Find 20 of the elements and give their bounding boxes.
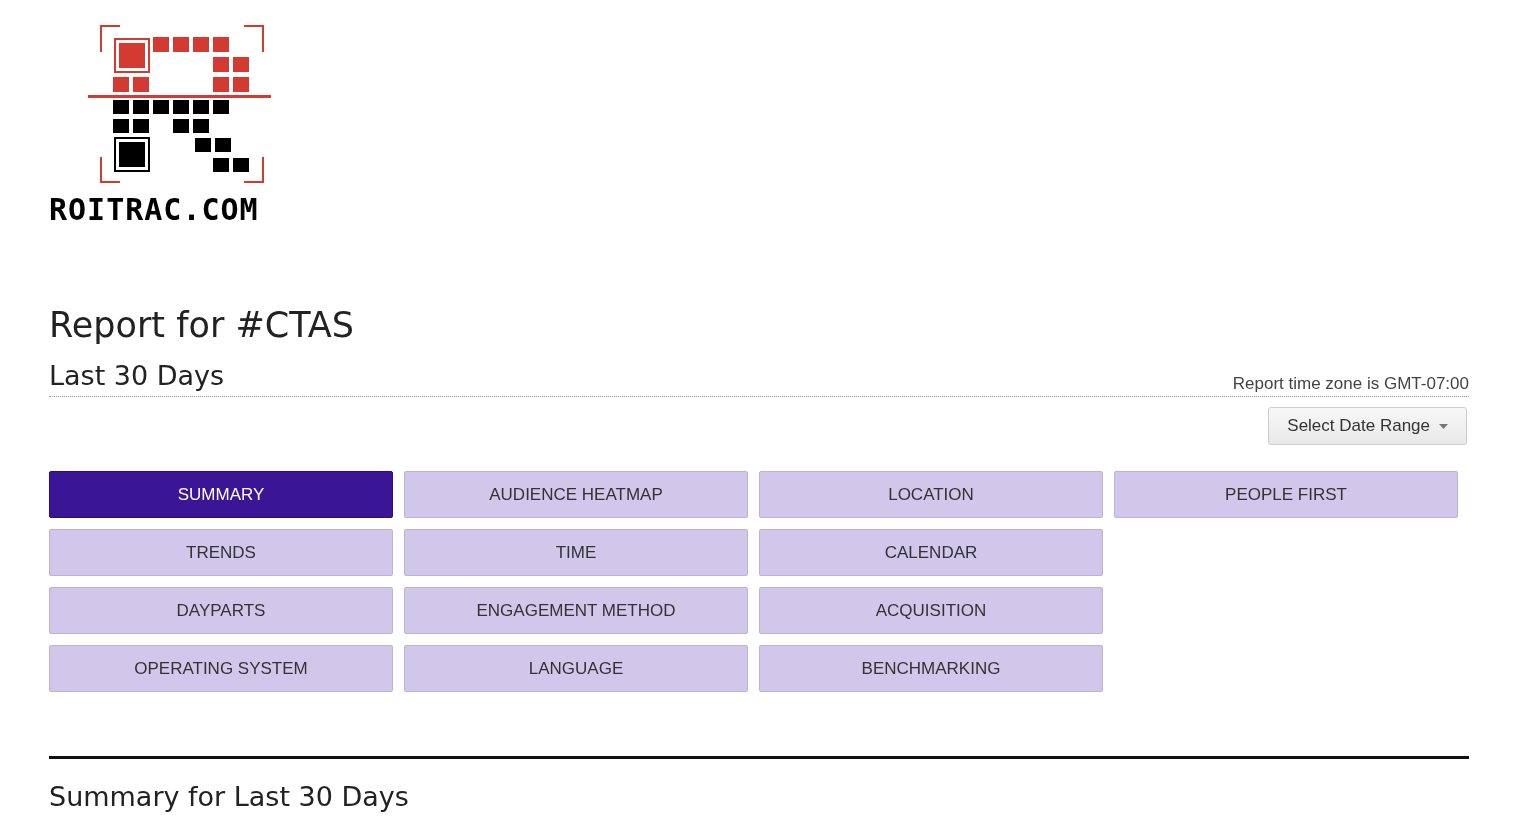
report-tab[interactable]: LANGUAGE (404, 645, 748, 692)
report-tab[interactable]: TRENDS (49, 529, 393, 576)
logo-text: ROITRAC.COM (49, 194, 259, 226)
report-tab[interactable]: OPERATING SYSTEM (49, 645, 393, 692)
report-tab[interactable]: AUDIENCE HEATMAP (404, 471, 748, 518)
report-tab[interactable]: DAYPARTS (49, 587, 393, 634)
report-tab[interactable]: ACQUISITION (759, 587, 1103, 634)
report-tab[interactable]: CALENDAR (759, 529, 1103, 576)
section-heading: Summary for Last 30 Days (49, 780, 410, 814)
report-tab[interactable]: LOCATION (759, 471, 1103, 518)
report-tab[interactable]: ENGAGEMENT METHOD (404, 587, 748, 634)
report-tab[interactable]: TIME (404, 529, 748, 576)
report-tab[interactable]: BENCHMARKING (759, 645, 1103, 692)
caret-icon (1439, 423, 1448, 429)
period-heading: Last 30 Days (49, 359, 225, 393)
time-zone-note: Report time zone is GMT-07:00 (1232, 374, 1469, 394)
report-tab[interactable]: PEOPLE FIRST (1114, 471, 1458, 518)
report-title: Report for #CTAS (49, 304, 355, 347)
date-range-dropdown[interactable]: Select Date Range (1268, 407, 1467, 445)
report-tab[interactable]: SUMMARY (49, 471, 393, 518)
